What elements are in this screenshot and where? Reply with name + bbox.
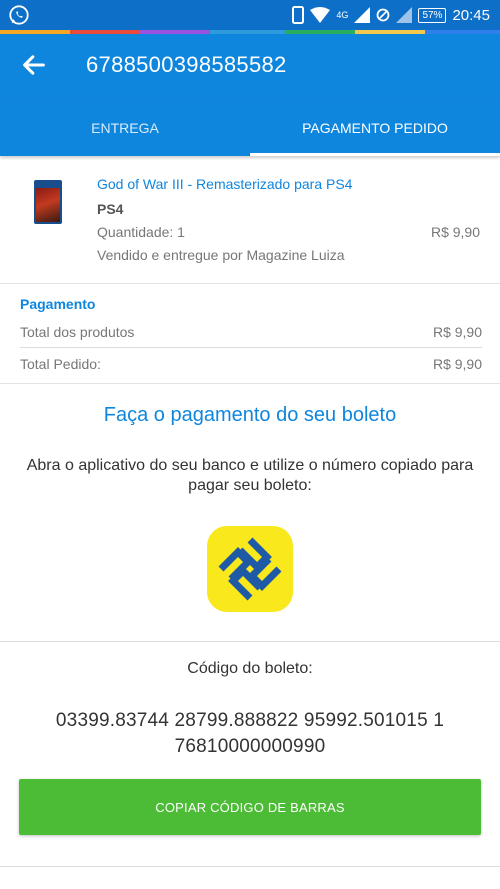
phone-icon xyxy=(292,6,305,24)
signal-2-icon xyxy=(396,7,413,23)
copy-barcode-button[interactable]: COPIAR CÓDIGO DE BARRAS xyxy=(19,779,481,835)
signal-icon xyxy=(354,7,371,23)
payment-instructions: Faça o pagamento do seu boleto Abra o ap… xyxy=(0,384,500,642)
total-products-row: Total dos produtos R$ 9,90 xyxy=(20,318,482,348)
total-products-value: R$ 9,90 xyxy=(432,324,482,340)
product-image xyxy=(34,180,62,224)
product-quantity: Quantidade: 1 xyxy=(97,224,185,240)
total-products-label: Total dos produtos xyxy=(20,324,135,340)
product-platform: PS4 xyxy=(97,201,124,217)
whatsapp-icon xyxy=(9,5,29,25)
payment-summary: Pagamento Total dos produtos R$ 9,90 Tot… xyxy=(0,284,500,384)
total-order-value: R$ 9,90 xyxy=(432,356,482,372)
boleto-code-section: Código do boleto: 03399.83744 28799.8888… xyxy=(0,642,500,867)
no-sim-icon xyxy=(377,8,390,22)
wifi-icon xyxy=(310,7,331,23)
total-order-label: Total Pedido: xyxy=(20,356,101,372)
order-number-title: 6788500398585582 xyxy=(86,52,287,77)
product-item: God of War III - Remasterizado para PS4 … xyxy=(0,158,500,284)
back-arrow-icon[interactable] xyxy=(20,51,48,79)
tab-pagamento-pedido[interactable]: PAGAMENTO PEDIDO xyxy=(250,100,500,156)
app-bar: 6788500398585582 xyxy=(0,34,500,100)
battery-indicator: 57% xyxy=(418,7,447,23)
boleto-code-label: Código do boleto: xyxy=(187,660,313,677)
product-name[interactable]: God of War III - Remasterizado para PS4 xyxy=(97,176,352,192)
bank-logo-icon xyxy=(207,526,293,612)
status-bar: 4G 57% 20:45 xyxy=(0,0,500,30)
boleto-code-value: 03399.83744 28799.888822 95992.501015 1 … xyxy=(55,710,445,757)
payment-title: Pagamento xyxy=(20,296,96,312)
product-price: R$ 9,90 xyxy=(430,224,480,240)
instructions-title: Faça o pagamento do seu boleto xyxy=(103,404,397,426)
instructions-description: Abra o aplicativo do seu banco e utilize… xyxy=(26,457,474,494)
total-order-row: Total Pedido: R$ 9,90 xyxy=(20,350,482,380)
clock: 20:45 xyxy=(452,6,490,24)
tab-entrega[interactable]: ENTREGA xyxy=(0,100,250,156)
network-type: 4G xyxy=(336,10,349,20)
tab-bar: ENTREGA PAGAMENTO PEDIDO xyxy=(0,100,500,156)
product-seller: Vendido e entregue por Magazine Luiza xyxy=(97,247,345,263)
